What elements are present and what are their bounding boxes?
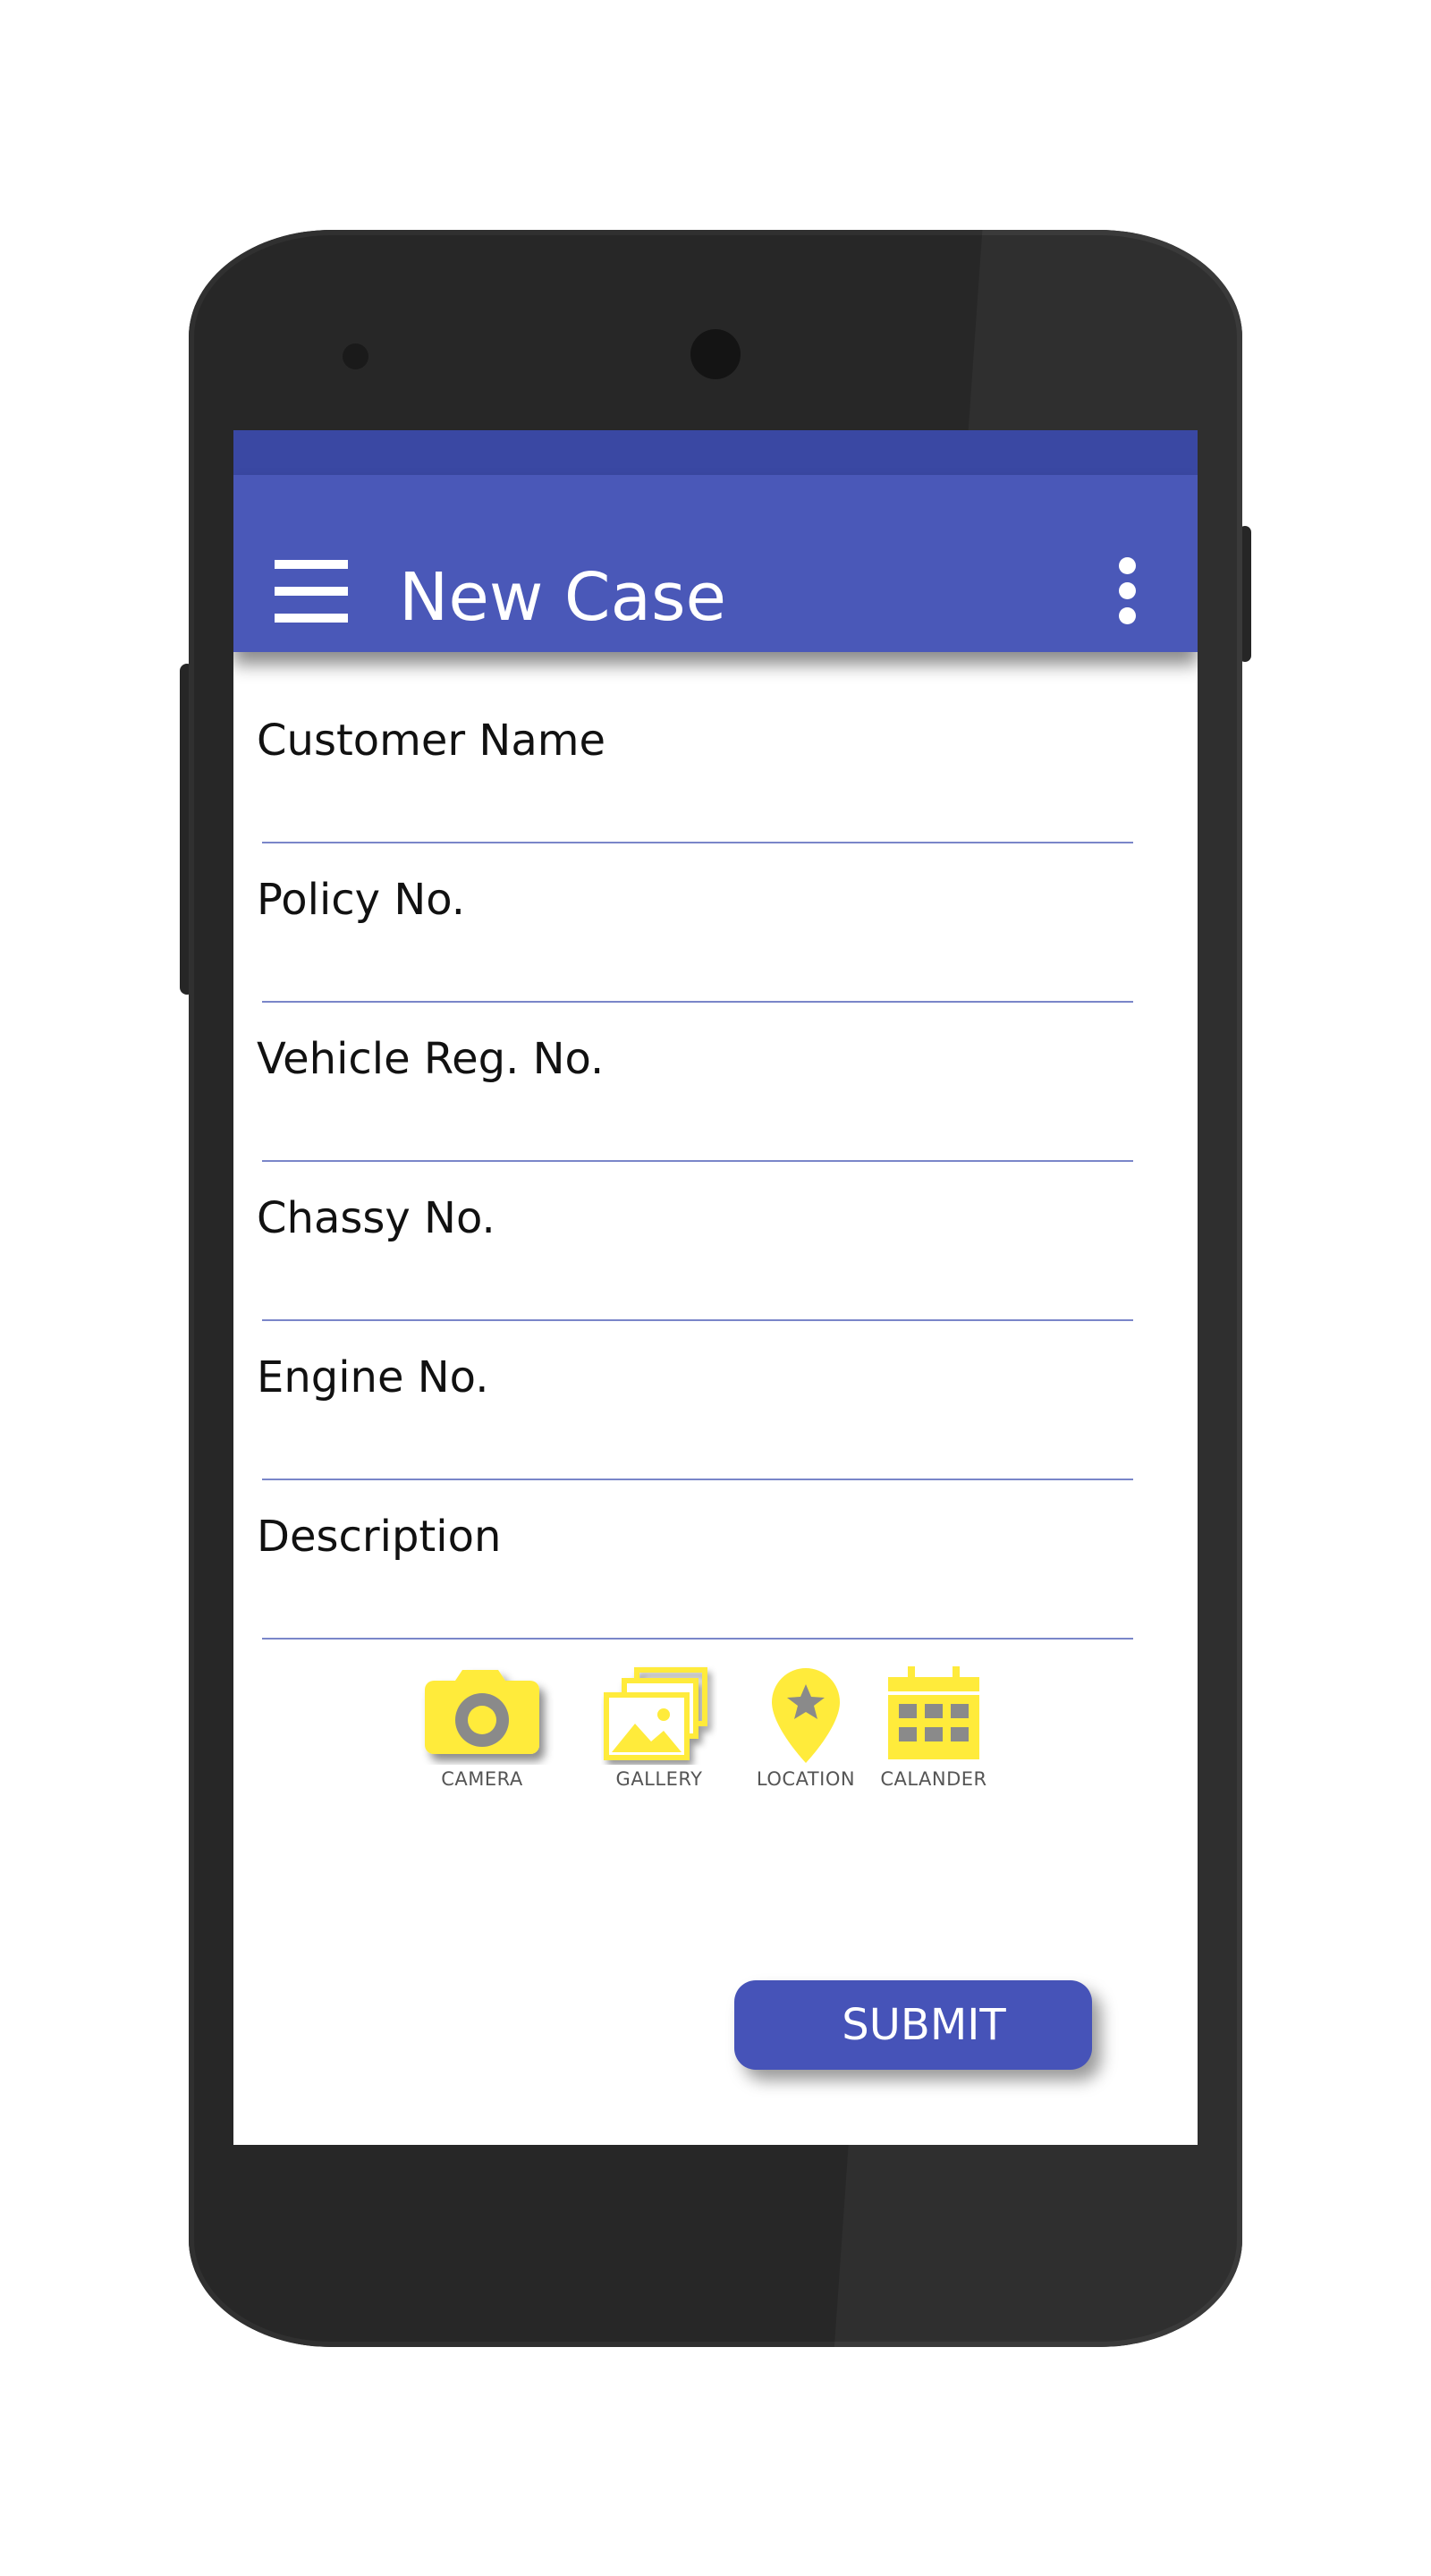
status-bar — [233, 430, 1198, 475]
vehicle-reg-no-field: Vehicle Reg. No. — [257, 1034, 1151, 1195]
app-bar: New Case — [233, 475, 1198, 652]
location-button[interactable]: LOCATION — [748, 1665, 864, 1790]
tool-label: CAMERA — [441, 1768, 523, 1790]
field-underline — [262, 1638, 1133, 1640]
field-label: Policy No. — [257, 875, 466, 925]
field-label: Vehicle Reg. No. — [257, 1034, 605, 1084]
gallery-icon — [604, 1667, 707, 1760]
customer-name-field: Customer Name — [257, 716, 1151, 877]
tool-label: CALANDER — [880, 1768, 987, 1790]
camera-button[interactable]: CAMERA — [411, 1665, 554, 1790]
screen: New Case Customer Name Policy No. Vehicl… — [233, 430, 1198, 2145]
hamburger-menu-icon[interactable] — [275, 560, 348, 623]
calendar-button[interactable]: CALANDER — [876, 1665, 992, 1790]
description-field: Description — [257, 1512, 1151, 1673]
field-label: Chassy No. — [257, 1193, 495, 1243]
front-camera — [690, 329, 741, 379]
tool-label: LOCATION — [756, 1768, 856, 1790]
field-label: Description — [257, 1512, 502, 1562]
sensor — [343, 343, 368, 369]
location-icon — [772, 1668, 840, 1763]
policy-no-field: Policy No. — [257, 875, 1151, 1036]
tool-label: GALLERY — [615, 1768, 703, 1790]
field-underline — [262, 1479, 1133, 1480]
chassy-no-input[interactable] — [262, 1256, 1133, 1318]
page-title: New Case — [399, 559, 727, 636]
camera-icon — [425, 1670, 539, 1754]
customer-name-input[interactable] — [262, 778, 1133, 841]
field-underline — [262, 1160, 1133, 1162]
engine-no-field: Engine No. — [257, 1352, 1151, 1513]
chassy-no-field: Chassy No. — [257, 1193, 1151, 1354]
gallery-button[interactable]: GALLERY — [601, 1665, 717, 1790]
field-underline — [262, 1001, 1133, 1003]
description-input[interactable] — [262, 1574, 1133, 1637]
submit-button[interactable]: SUBMIT — [734, 1980, 1092, 2070]
field-underline — [262, 1319, 1133, 1321]
calendar-icon — [888, 1666, 979, 1759]
engine-no-input[interactable] — [262, 1415, 1133, 1478]
vehicle-reg-no-input[interactable] — [262, 1097, 1133, 1159]
more-vertical-icon[interactable] — [1117, 557, 1139, 625]
policy-no-input[interactable] — [262, 937, 1133, 1000]
field-underline — [262, 842, 1133, 843]
field-label: Customer Name — [257, 716, 606, 766]
field-label: Engine No. — [257, 1352, 489, 1402]
